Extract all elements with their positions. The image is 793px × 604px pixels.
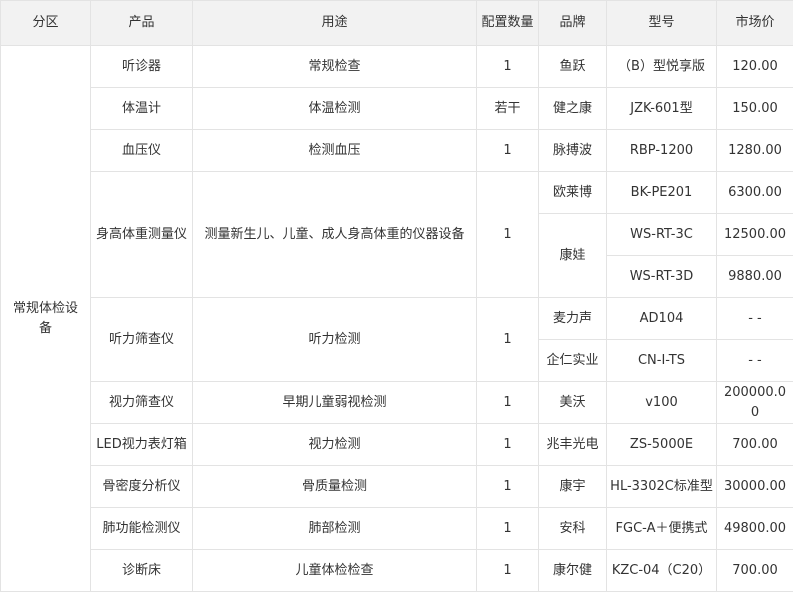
- brand-cell: 康尔健: [538, 549, 607, 592]
- usage-cell: 测量新生儿、儿童、成人身高体重的仪器设备: [192, 171, 477, 298]
- brand-cell: 脉搏波: [538, 129, 607, 172]
- usage-cell: 肺部检测: [192, 507, 477, 550]
- price-cell: - -: [716, 297, 793, 340]
- column-header-usage: 用途: [192, 0, 477, 46]
- price-cell: 700.00: [716, 423, 793, 466]
- table-row: 常规体检设备 听诊器 常规检查 1 鱼跃 （B）型悦享版 120.00: [0, 45, 793, 592]
- brand-cell: 康娃: [538, 213, 607, 298]
- model-cell: ZS-5000E: [606, 423, 717, 466]
- product-cell: 血压仪: [90, 129, 193, 172]
- product-cell: 肺功能检测仪: [90, 507, 193, 550]
- product-cell: 体温计: [90, 87, 193, 130]
- model-cell: JZK-601型: [606, 87, 717, 130]
- quantity-cell: 1: [476, 45, 539, 88]
- column-header-model: 型号: [606, 0, 717, 46]
- table-row: 骨密度分析仪 骨质量检测 1 康宇 HL-3302C标准型 30000.00: [1, 465, 793, 508]
- model-cell: （B）型悦享版: [606, 45, 717, 88]
- table-row: 肺功能检测仪 肺部检测 1 安科 FGC-A＋便携式 49800.00: [1, 507, 793, 550]
- table-row: 听力筛查仪 听力检测 1 麦力声 AD104 - -: [1, 297, 793, 382]
- model-cell: WS-RT-3D: [606, 255, 717, 298]
- brand-cell: 麦力声: [538, 297, 607, 340]
- brand-cell: 鱼跃: [538, 45, 607, 88]
- quantity-cell: 1: [476, 465, 539, 508]
- price-cell: 700.00: [716, 549, 793, 592]
- table-row: 体温计 体温检测 若干 健之康 JZK-601型 150.00: [1, 87, 793, 130]
- table-row: 身高体重测量仪 测量新生儿、儿童、成人身高体重的仪器设备 1 欧莱博 BK-PE…: [1, 171, 793, 298]
- model-cell: AD104: [606, 297, 717, 340]
- model-cell: RBP-1200: [606, 129, 717, 172]
- table-row: 视力筛查仪 早期儿童弱视检测 1 美沃 v100 200000.00: [1, 381, 793, 424]
- price-cell: - -: [716, 339, 793, 382]
- model-cell: CN-I-TS: [606, 339, 717, 382]
- brand-cell: 企仁实业: [538, 339, 607, 382]
- table-row: 血压仪 检测血压 1 脉搏波 RBP-1200 1280.00: [1, 129, 793, 172]
- quantity-cell: 1: [476, 171, 539, 298]
- brand-cell: 健之康: [538, 87, 607, 130]
- usage-cell: 检测血压: [192, 129, 477, 172]
- brand-cell: 欧莱博: [538, 171, 607, 214]
- usage-cell: 听力检测: [192, 297, 477, 382]
- usage-cell: 常规检查: [192, 45, 477, 88]
- column-header-zone: 分区: [0, 0, 91, 46]
- quantity-cell: 1: [476, 297, 539, 382]
- usage-cell: 早期儿童弱视检测: [192, 381, 477, 424]
- quantity-cell: 若干: [476, 87, 539, 130]
- model-cell: FGC-A＋便携式: [606, 507, 717, 550]
- product-cell: LED视力表灯箱: [90, 423, 193, 466]
- quantity-cell: 1: [476, 423, 539, 466]
- usage-cell: 骨质量检测: [192, 465, 477, 508]
- model-cell: WS-RT-3C: [606, 213, 717, 256]
- usage-cell: 视力检测: [192, 423, 477, 466]
- equipment-table: 分区 产品 用途 配置数量 品牌 型号 市场价 常规体检设备 听诊器 常规检查 …: [0, 0, 793, 592]
- product-cell: 听力筛查仪: [90, 297, 193, 382]
- model-cell: v100: [606, 381, 717, 424]
- price-cell: 1280.00: [716, 129, 793, 172]
- price-cell: 150.00: [716, 87, 793, 130]
- product-cell: 视力筛查仪: [90, 381, 193, 424]
- price-cell: 6300.00: [716, 171, 793, 214]
- price-cell: 9880.00: [716, 255, 793, 298]
- column-header-price: 市场价: [716, 0, 793, 46]
- zone-cell: 常规体检设备: [0, 45, 91, 592]
- brand-cell: 美沃: [538, 381, 607, 424]
- model-cell: HL-3302C标准型: [606, 465, 717, 508]
- product-cell: 听诊器: [90, 45, 193, 88]
- brand-cell: 兆丰光电: [538, 423, 607, 466]
- table-row: LED视力表灯箱 视力检测 1 兆丰光电 ZS-5000E 700.00: [1, 423, 793, 466]
- brand-cell: 安科: [538, 507, 607, 550]
- quantity-cell: 1: [476, 381, 539, 424]
- product-cell: 诊断床: [90, 549, 193, 592]
- column-header-quantity: 配置数量: [476, 0, 539, 46]
- usage-cell: 体温检测: [192, 87, 477, 130]
- usage-cell: 儿童体检检查: [192, 549, 477, 592]
- quantity-cell: 1: [476, 129, 539, 172]
- column-header-brand: 品牌: [538, 0, 607, 46]
- model-cell: KZC-04（C20）: [606, 549, 717, 592]
- brand-cell: 康宇: [538, 465, 607, 508]
- price-cell: 12500.00: [716, 213, 793, 256]
- price-cell: 200000.00: [716, 381, 793, 424]
- product-cell: 身高体重测量仪: [90, 171, 193, 298]
- price-cell: 120.00: [716, 45, 793, 88]
- price-cell: 49800.00: [716, 507, 793, 550]
- table-header-row: 分区 产品 用途 配置数量 品牌 型号 市场价: [0, 0, 793, 46]
- column-header-product: 产品: [90, 0, 193, 46]
- table-row: 诊断床 儿童体检检查 1 康尔健 KZC-04（C20） 700.00: [1, 549, 793, 592]
- product-cell: 骨密度分析仪: [90, 465, 193, 508]
- price-cell: 30000.00: [716, 465, 793, 508]
- quantity-cell: 1: [476, 549, 539, 592]
- model-cell: BK-PE201: [606, 171, 717, 214]
- quantity-cell: 1: [476, 507, 539, 550]
